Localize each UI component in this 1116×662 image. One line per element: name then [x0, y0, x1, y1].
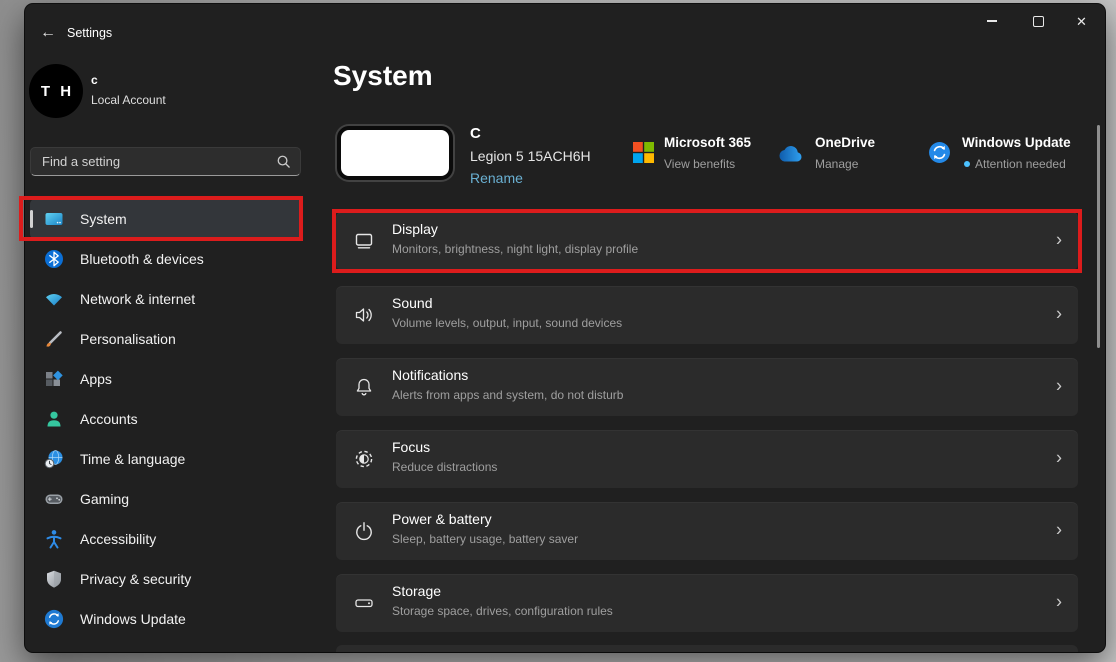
sidebar-item-time-language[interactable]: Time & language	[30, 439, 301, 479]
sidebar-item-label: Personalisation	[80, 331, 176, 347]
attention-dot	[964, 161, 970, 167]
quick-link-title: Microsoft 365	[664, 135, 752, 150]
sidebar-item-system[interactable]: System	[30, 199, 301, 239]
row-title: Sound	[392, 295, 433, 311]
selected-indicator-pill	[30, 210, 33, 228]
maximize-icon	[1033, 15, 1044, 27]
power-icon	[356, 522, 372, 541]
manage-link[interactable]: Manage	[815, 157, 858, 171]
device-name: C	[470, 125, 481, 142]
close-button[interactable]: ✕	[1058, 4, 1105, 38]
sidebar-item-network-internet[interactable]: Network & internet	[30, 279, 301, 319]
row-subtitle: Volume levels, output, input, sound devi…	[392, 316, 623, 330]
sidebar-item-label: Apps	[80, 371, 112, 387]
gaming-icon	[45, 494, 63, 504]
windows-update-icon	[929, 142, 950, 163]
row-title: Display	[392, 221, 438, 237]
settings-row-focus[interactable]: Focus Reduce distractions ›	[336, 430, 1078, 488]
row-subtitle: Storage space, drives, configuration rul…	[392, 604, 613, 618]
microsoft-logo	[633, 142, 654, 163]
sidebar-item-label: Windows Update	[80, 611, 186, 627]
sidebar-item-label: Network & internet	[80, 291, 196, 307]
maximize-button[interactable]	[1015, 4, 1062, 38]
sidebar-item-accounts[interactable]: Accounts	[30, 399, 301, 439]
network-icon	[46, 294, 62, 306]
accessibility-icon	[46, 530, 62, 549]
close-icon: ✕	[1076, 13, 1087, 29]
account-type: Local Account	[91, 93, 166, 107]
bluetooth-icon	[45, 250, 63, 268]
onedrive-cloud-icon	[779, 145, 802, 162]
row-subtitle: Alerts from apps and system, do not dist…	[392, 388, 624, 402]
settings-row-notifications[interactable]: Notifications Alerts from apps and syste…	[336, 358, 1078, 416]
settings-row-partial[interactable]	[336, 645, 1078, 652]
view-benefits-link[interactable]: View benefits	[664, 157, 735, 171]
settings-row-power-battery[interactable]: Power & battery Sleep, battery usage, ba…	[336, 502, 1078, 560]
avatar: T H	[29, 64, 83, 118]
attention-needed-link[interactable]: Attention needed	[975, 157, 1066, 171]
personalisation-icon	[46, 331, 62, 347]
search-icon	[277, 155, 290, 168]
sidebar-item-bluetooth-devices[interactable]: Bluetooth & devices	[30, 239, 301, 279]
chevron-right-icon: ›	[1056, 519, 1062, 540]
device-model: Legion 5 15ACH6H	[470, 148, 591, 164]
vertical-scrollbar[interactable]	[1097, 125, 1100, 348]
window-title: Settings	[67, 26, 113, 40]
chevron-right-icon: ›	[1056, 303, 1062, 324]
search-box[interactable]	[30, 147, 301, 176]
sidebar-item-label: Accounts	[80, 411, 138, 427]
minimize-button[interactable]	[968, 4, 1015, 38]
system-icon	[45, 213, 63, 225]
settings-row-display[interactable]: Display Monitors, brightness, night ligh…	[336, 212, 1078, 270]
sidebar-item-label: Privacy & security	[80, 571, 192, 587]
windows-update-icon	[44, 609, 64, 629]
focus-icon	[355, 450, 373, 468]
time-language-icon	[44, 450, 63, 469]
settings-row-sound[interactable]: Sound Volume levels, output, input, soun…	[336, 286, 1078, 344]
settings-row-storage[interactable]: Storage Storage space, drives, configura…	[336, 574, 1078, 632]
row-title: Power & battery	[392, 511, 492, 527]
back-button[interactable]: ←	[33, 20, 63, 46]
account-name: c	[91, 73, 98, 87]
sidebar-item-label: Gaming	[80, 491, 130, 507]
sidebar-item-label: Time & language	[80, 451, 186, 467]
row-subtitle: Monitors, brightness, night light, displ…	[392, 242, 639, 256]
sidebar-item-label: System	[80, 211, 127, 227]
row-title: Notifications	[392, 367, 469, 383]
quick-link-title: Windows Update	[962, 135, 1071, 150]
chevron-right-icon: ›	[1056, 375, 1062, 396]
settings-window: ← Settings ✕ T H c Local Account System	[25, 4, 1105, 652]
sidebar-item-accessibility[interactable]: Accessibility	[30, 519, 301, 559]
desktop-backdrop: ← Settings ✕ T H c Local Account System	[0, 0, 1116, 662]
sidebar-item-label: Accessibility	[80, 531, 157, 547]
sidebar-item-apps[interactable]: Apps	[30, 359, 301, 399]
notifications-icon	[356, 378, 372, 396]
storage-icon	[355, 599, 373, 608]
sidebar-item-privacy-security[interactable]: Privacy & security	[30, 559, 301, 599]
sidebar-item-personalisation[interactable]: Personalisation	[30, 319, 301, 359]
chevron-right-icon: ›	[1056, 229, 1062, 250]
apps-icon	[46, 370, 63, 386]
row-subtitle: Reduce distractions	[392, 460, 498, 474]
row-subtitle: Sleep, battery usage, battery saver	[392, 532, 579, 546]
rename-link[interactable]: Rename	[470, 170, 523, 186]
quick-link-title: OneDrive	[815, 135, 876, 150]
sidebar-item-windows-update[interactable]: Windows Update	[30, 599, 301, 639]
row-title: Focus	[392, 439, 431, 455]
minimize-icon	[986, 20, 997, 22]
device-thumbnail	[337, 126, 453, 180]
chevron-right-icon: ›	[1056, 591, 1062, 612]
accounts-icon	[47, 411, 61, 427]
back-arrow-icon: ←	[40, 24, 56, 41]
sound-icon	[355, 308, 372, 322]
search-input[interactable]	[31, 148, 277, 175]
chevron-right-icon: ›	[1056, 447, 1062, 468]
sidebar-item-label: Bluetooth & devices	[80, 251, 204, 267]
page-title: System	[333, 60, 433, 91]
sidebar-item-gaming[interactable]: Gaming	[30, 479, 301, 519]
display-icon	[355, 233, 373, 249]
privacy-icon	[47, 570, 61, 588]
row-title: Storage	[392, 583, 442, 599]
